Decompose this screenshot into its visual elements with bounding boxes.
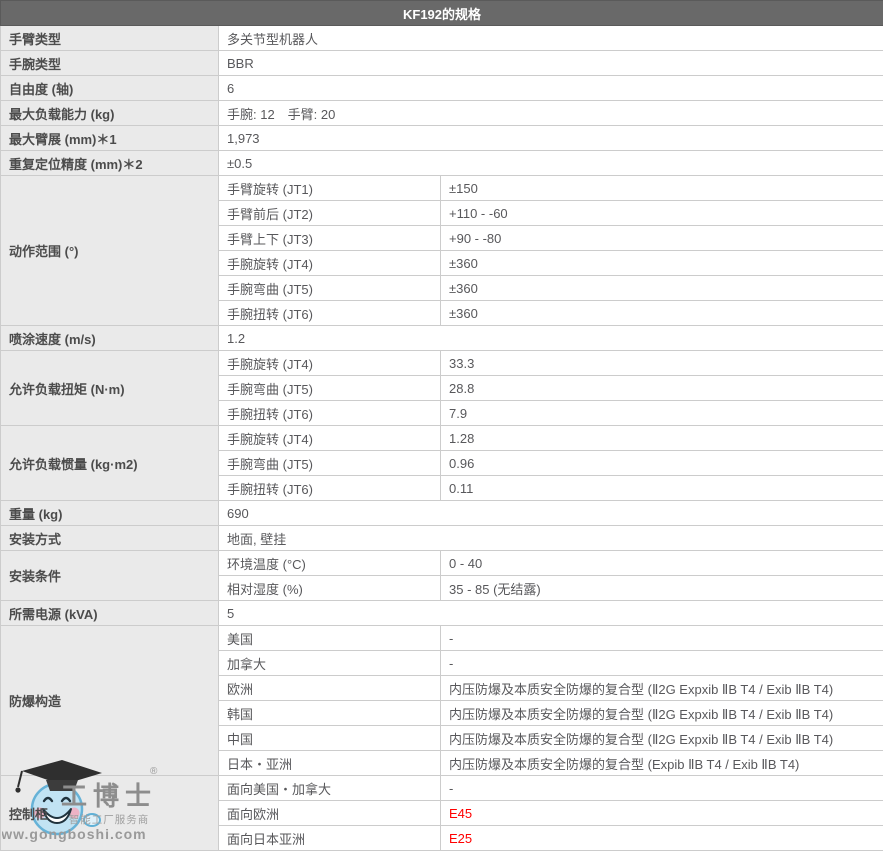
row-value: 地面, 壁挂 bbox=[219, 526, 883, 551]
row-value: ±150 bbox=[441, 176, 883, 201]
row-label-text: 控制柜 bbox=[9, 807, 48, 822]
row-value-highlight: E25 bbox=[441, 826, 883, 851]
row-value: 28.8 bbox=[441, 376, 883, 401]
row-value: 内压防爆及本质安全防爆的复合型 (Ⅱ2G Expxib ⅡB T4 / Exib… bbox=[441, 676, 883, 701]
row-value: 0 - 40 bbox=[441, 551, 883, 576]
table-row: 喷涂速度 (m/s) 1.2 bbox=[1, 326, 883, 351]
row-sub-label: 手臂旋转 (JT1) bbox=[219, 176, 441, 201]
table-row: 最大臂展 (mm)＊1 1,973 bbox=[1, 126, 883, 151]
row-label: 最大负载能力 (kg) bbox=[1, 101, 219, 126]
row-label: 喷涂速度 (m/s) bbox=[1, 326, 219, 351]
row-sub-label: 手腕旋转 (JT4) bbox=[219, 251, 441, 276]
row-sub-label: 手腕弯曲 (JT5) bbox=[219, 451, 441, 476]
row-value: ±360 bbox=[441, 276, 883, 301]
row-label: 重量 (kg) bbox=[1, 501, 219, 526]
row-label: 安装方式 bbox=[1, 526, 219, 551]
row-value: 0.96 bbox=[441, 451, 883, 476]
row-sub-label: 手臂前后 (JT2) bbox=[219, 201, 441, 226]
row-label: 允许负载扭矩 (N·m) bbox=[1, 351, 219, 426]
row-value: ±360 bbox=[441, 301, 883, 326]
table-row: 控制柜 面向美国・加拿大 - bbox=[1, 776, 883, 801]
row-label: 防爆构造 bbox=[1, 626, 219, 776]
table-row: 安装方式 地面, 壁挂 bbox=[1, 526, 883, 551]
table-row: 最大负载能力 (kg) 手腕: 12 手臂: 20 bbox=[1, 101, 883, 126]
row-label: 安装条件 bbox=[1, 551, 219, 601]
row-value: 1.2 bbox=[219, 326, 883, 351]
table-row: 动作范围 (°) 手臂旋转 (JT1) ±150 bbox=[1, 176, 883, 201]
row-value: 7.9 bbox=[441, 401, 883, 426]
row-value: 内压防爆及本质安全防爆的复合型 (Ⅱ2G Expxib ⅡB T4 / Exib… bbox=[441, 701, 883, 726]
row-value: ±0.5 bbox=[219, 151, 883, 176]
row-value: - bbox=[441, 776, 883, 801]
row-sub-label: 面向美国・加拿大 bbox=[219, 776, 441, 801]
row-value: 690 bbox=[219, 501, 883, 526]
row-value: 手腕: 12 手臂: 20 bbox=[219, 101, 883, 126]
row-sub-label: 手腕旋转 (JT4) bbox=[219, 426, 441, 451]
row-sub-label: 手腕扭转 (JT6) bbox=[219, 401, 441, 426]
row-value: BBR bbox=[219, 51, 883, 76]
row-label: 允许负载惯量 (kg·m2) bbox=[1, 426, 219, 501]
row-sub-label: 手腕扭转 (JT6) bbox=[219, 301, 441, 326]
row-value: 1,973 bbox=[219, 126, 883, 151]
row-value: 0.11 bbox=[441, 476, 883, 501]
row-value: - bbox=[441, 651, 883, 676]
row-value: 内压防爆及本质安全防爆的复合型 (Expib ⅡB T4 / Exib ⅡB T… bbox=[441, 751, 883, 776]
row-value: 6 bbox=[219, 76, 883, 101]
row-sub-label: 手腕弯曲 (JT5) bbox=[219, 276, 441, 301]
table-row: 手腕类型 BBR bbox=[1, 51, 883, 76]
row-sub-label: 面向欧洲 bbox=[219, 801, 441, 826]
row-value: +110 - -60 bbox=[441, 201, 883, 226]
table-row: 防爆构造 美国 - bbox=[1, 626, 883, 651]
row-sub-label: 相对湿度 (%) bbox=[219, 576, 441, 601]
table-row: 手臂类型 多关节型机器人 bbox=[1, 26, 883, 51]
row-sub-label: 手腕扭转 (JT6) bbox=[219, 476, 441, 501]
table-row: 重复定位精度 (mm)＊2 ±0.5 bbox=[1, 151, 883, 176]
row-sub-label: 手腕旋转 (JT4) bbox=[219, 351, 441, 376]
row-value: 33.3 bbox=[441, 351, 883, 376]
row-label: 动作范围 (°) bbox=[1, 176, 219, 326]
row-label: 最大臂展 (mm)＊1 bbox=[1, 126, 219, 151]
row-value: - bbox=[441, 626, 883, 651]
row-sub-label: 面向日本亚洲 bbox=[219, 826, 441, 851]
row-value: 35 - 85 (无结露) bbox=[441, 576, 883, 601]
table-row: 允许负载惯量 (kg·m2) 手腕旋转 (JT4) 1.28 bbox=[1, 426, 883, 451]
table-title: KF192的规格 bbox=[1, 1, 883, 26]
row-value: 5 bbox=[219, 601, 883, 626]
row-value: 1.28 bbox=[441, 426, 883, 451]
row-label: 手臂类型 bbox=[1, 26, 219, 51]
row-label: 控制柜 bbox=[1, 776, 219, 851]
row-sub-label: 韩国 bbox=[219, 701, 441, 726]
table-row: 所需电源 (kVA) 5 bbox=[1, 601, 883, 626]
table-row: 重量 (kg) 690 bbox=[1, 501, 883, 526]
row-label: 手腕类型 bbox=[1, 51, 219, 76]
row-sub-label: 欧洲 bbox=[219, 676, 441, 701]
row-sub-label: 手臂上下 (JT3) bbox=[219, 226, 441, 251]
row-sub-label: 日本・亚洲 bbox=[219, 751, 441, 776]
row-label: 重复定位精度 (mm)＊2 bbox=[1, 151, 219, 176]
table-row: 允许负载扭矩 (N·m) 手腕旋转 (JT4) 33.3 bbox=[1, 351, 883, 376]
spec-table: KF192的规格 手臂类型 多关节型机器人 手腕类型 BBR 自由度 (轴) 6… bbox=[0, 0, 883, 851]
row-value-highlight: E45 bbox=[441, 801, 883, 826]
row-sub-label: 中国 bbox=[219, 726, 441, 751]
table-header-row: KF192的规格 bbox=[1, 1, 883, 26]
row-value: +90 - -80 bbox=[441, 226, 883, 251]
row-sub-label: 加拿大 bbox=[219, 651, 441, 676]
table-row: 自由度 (轴) 6 bbox=[1, 76, 883, 101]
row-value: ±360 bbox=[441, 251, 883, 276]
row-sub-label: 环境温度 (°C) bbox=[219, 551, 441, 576]
table-row: 安装条件 环境温度 (°C) 0 - 40 bbox=[1, 551, 883, 576]
row-sub-label: 手腕弯曲 (JT5) bbox=[219, 376, 441, 401]
row-sub-label: 美国 bbox=[219, 626, 441, 651]
row-label: 自由度 (轴) bbox=[1, 76, 219, 101]
row-value: 内压防爆及本质安全防爆的复合型 (Ⅱ2G Expxib ⅡB T4 / Exib… bbox=[441, 726, 883, 751]
row-value: 多关节型机器人 bbox=[219, 26, 883, 51]
row-label: 所需电源 (kVA) bbox=[1, 601, 219, 626]
